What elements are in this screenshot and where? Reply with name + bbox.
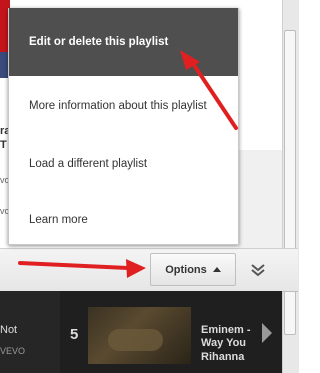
menu-item-label: More information about this playlist [29,100,207,112]
next-arrow-icon[interactable] [262,323,272,343]
playlist-item-title-line2[interactable]: Way You [201,337,246,349]
thumbnail-figure [108,329,163,351]
menu-item-label: Edit or delete this playlist [29,36,169,48]
playlist-item-thumbnail[interactable] [88,307,191,364]
menu-item-label: Load a different playlist [29,158,148,170]
menu-item-load-playlist[interactable]: Load a different playlist [9,136,238,192]
options-button[interactable]: Options [150,253,236,286]
previous-item-title: Not [0,324,18,336]
playlist-item-number: 5 [70,326,79,343]
previous-item-channel: VEVO [0,346,26,356]
menu-item-edit-delete-playlist[interactable]: Edit or delete this playlist [9,8,238,76]
menu-item-learn-more[interactable]: Learn more [9,192,238,248]
caret-up-icon [212,267,221,272]
double-chevron-down-icon [251,263,265,276]
side-text-2: T [0,139,7,151]
options-dropdown-menu: Edit or delete this playlist More inform… [8,8,239,245]
menu-item-more-info[interactable]: More information about this playlist [9,78,238,134]
options-label: Options [165,263,207,276]
playlist-strip: Not VEVO 5 Eminem - Way You Rihanna [0,291,282,373]
playlist-item-title-line1[interactable]: Eminem - [201,324,251,336]
menu-item-label: Learn more [29,214,88,226]
collapse-button[interactable] [241,253,275,286]
playlist-item-artist: Rihanna [201,351,245,363]
